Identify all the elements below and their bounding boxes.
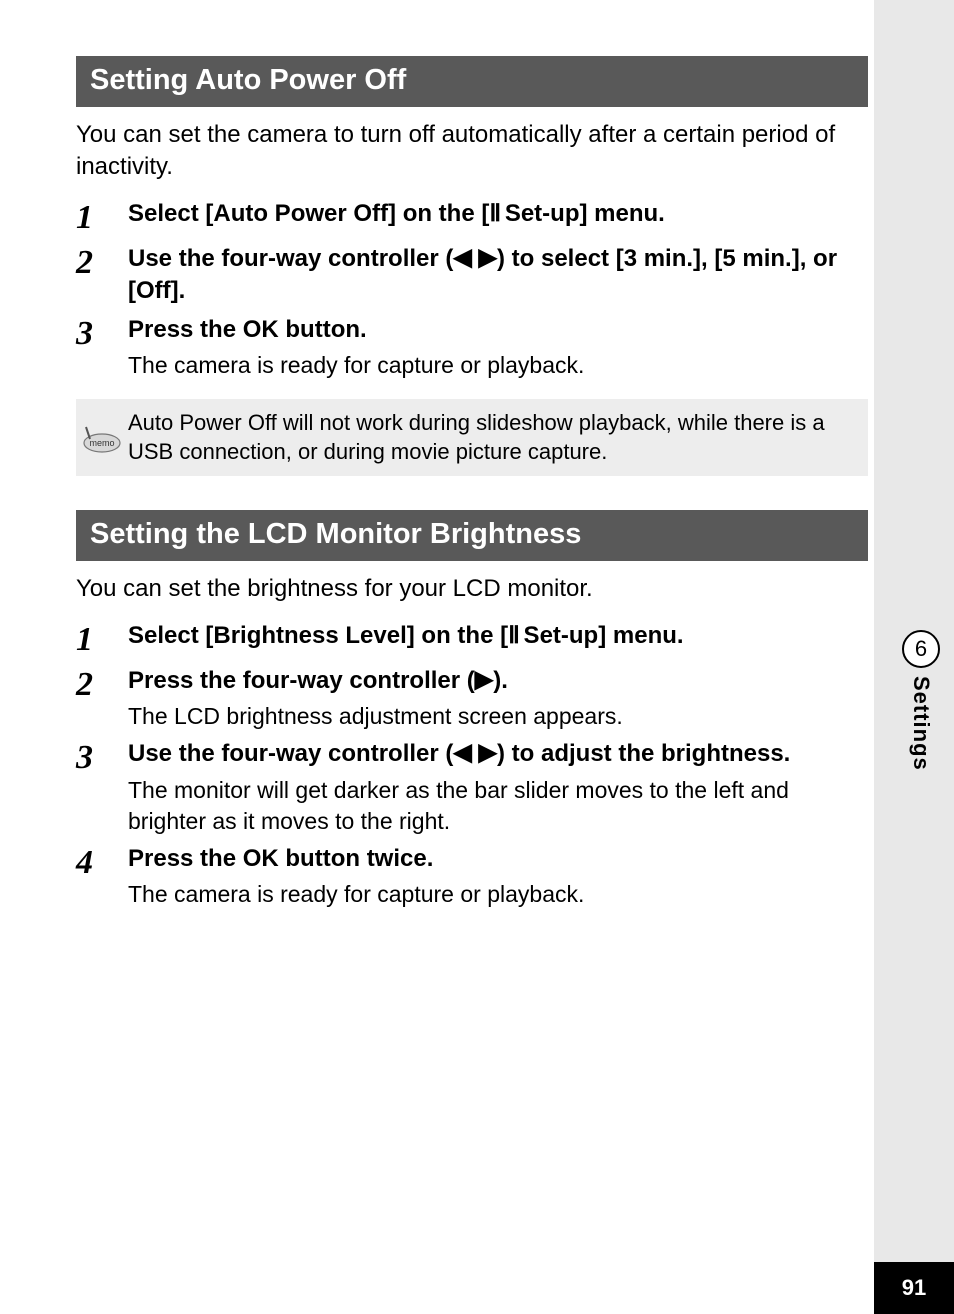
step-title: Select [Auto Power Off] on the [Ⅱ Set-up…	[128, 198, 868, 230]
step-row: 3 Press the OK button. The camera is rea…	[76, 314, 868, 381]
section-intro: You can set the camera to turn off autom…	[76, 119, 868, 184]
right-arrow-icon: ▶	[475, 664, 493, 696]
step-row: 4 Press the OK button twice. The camera …	[76, 843, 868, 910]
step-number: 1	[76, 198, 128, 237]
step-subtext: The monitor will get darker as the bar s…	[128, 775, 868, 837]
step-title: Press the OK button twice.	[128, 843, 868, 875]
step-body: Select [Brightness Level] on the [Ⅱ Set-…	[128, 620, 868, 652]
step-body: Press the OK button twice. The camera is…	[128, 843, 868, 910]
spacer	[76, 476, 868, 510]
memo-text: Auto Power Off will not work during slid…	[128, 409, 856, 466]
step-text: Select [Brightness Level] on the [	[128, 622, 508, 649]
memo-box: memo Auto Power Off will not work during…	[76, 399, 868, 476]
page-number: 91	[874, 1262, 954, 1314]
step-number: 2	[76, 243, 128, 282]
step-row: 3 Use the four-way controller (◀ ▶) to a…	[76, 738, 868, 836]
memo-icon: memo	[76, 421, 128, 455]
step-body: Use the four-way controller (◀ ▶) to sel…	[128, 243, 868, 308]
setup-icon: Ⅱ	[508, 622, 517, 649]
step-body: Select [Auto Power Off] on the [Ⅱ Set-up…	[128, 198, 868, 230]
step-text: Use the four-way controller (	[128, 740, 453, 767]
step-title: Use the four-way controller (◀ ▶) to adj…	[128, 738, 868, 770]
step-row: 2 Press the four-way controller (▶). The…	[76, 665, 868, 732]
step-row: 1 Select [Brightness Level] on the [Ⅱ Se…	[76, 620, 868, 659]
step-number: 3	[76, 314, 128, 353]
left-arrow-icon: ◀	[453, 737, 471, 769]
step-subtext: The camera is ready for capture or playb…	[128, 879, 868, 910]
step-subtext: The LCD brightness adjustment screen app…	[128, 701, 868, 732]
step-subtext: The camera is ready for capture or playb…	[128, 350, 868, 381]
step-number: 1	[76, 620, 128, 659]
content-area: Setting Auto Power Off You can set the c…	[76, 56, 868, 910]
step-body: Press the four-way controller (▶). The L…	[128, 665, 868, 732]
chapter-tab: 6 Settings	[902, 630, 940, 771]
step-text: Set-up] menu.	[517, 622, 684, 649]
step-title: Select [Brightness Level] on the [Ⅱ Set-…	[128, 620, 868, 652]
section-intro: You can set the brightness for your LCD …	[76, 573, 868, 605]
step-body: Use the four-way controller (◀ ▶) to adj…	[128, 738, 868, 836]
step-title: Press the four-way controller (▶).	[128, 665, 868, 697]
setup-icon: Ⅱ	[489, 200, 498, 227]
step-number: 2	[76, 665, 128, 704]
step-text: ).	[493, 667, 508, 694]
step-row: 1 Select [Auto Power Off] on the [Ⅱ Set-…	[76, 198, 868, 237]
page: Setting Auto Power Off You can set the c…	[0, 0, 954, 1314]
step-row: 2 Use the four-way controller (◀ ▶) to s…	[76, 243, 868, 308]
step-text: Press the four-way controller (	[128, 667, 475, 694]
chapter-label: Settings	[908, 676, 934, 771]
step-text: Set-up] menu.	[498, 200, 665, 227]
step-number: 3	[76, 738, 128, 777]
step-title: Press the OK button.	[128, 314, 868, 346]
step-number: 4	[76, 843, 128, 882]
svg-text:memo: memo	[89, 438, 114, 448]
step-text: Select [Auto Power Off] on the [	[128, 200, 489, 227]
section-heading: Setting the LCD Monitor Brightness	[76, 510, 868, 561]
step-text: Use the four-way controller (	[128, 245, 453, 272]
right-arrow-icon: ▶	[479, 737, 497, 769]
chapter-number-badge: 6	[902, 630, 940, 668]
left-arrow-icon: ◀	[453, 242, 471, 274]
step-body: Press the OK button. The camera is ready…	[128, 314, 868, 381]
step-title: Use the four-way controller (◀ ▶) to sel…	[128, 243, 868, 308]
section-heading: Setting Auto Power Off	[76, 56, 868, 107]
right-arrow-icon: ▶	[479, 242, 497, 274]
step-text: ) to adjust the brightness.	[497, 740, 790, 767]
